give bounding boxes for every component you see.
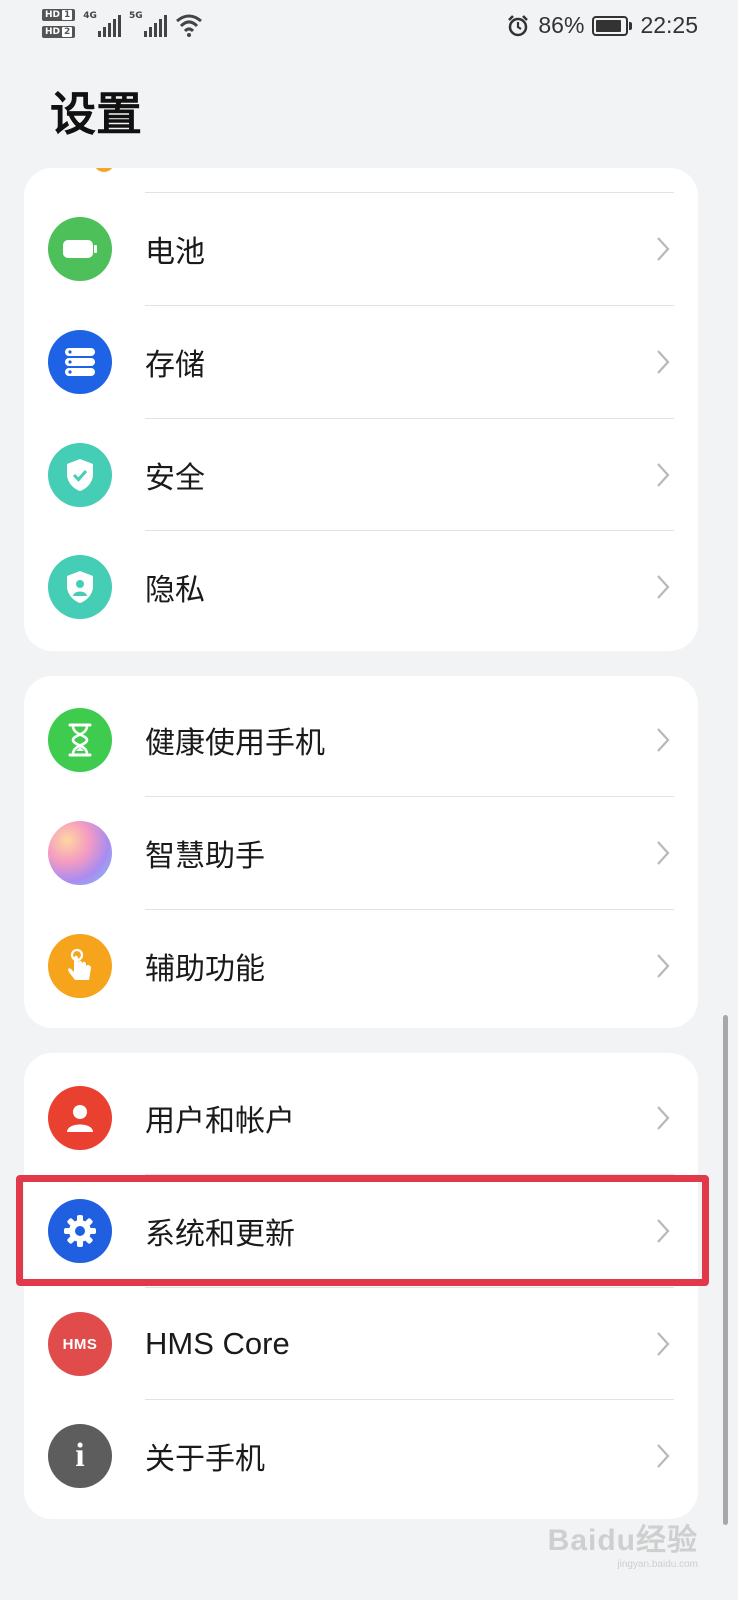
settings-item-accessibility[interactable]: 辅助功能: [24, 910, 698, 1022]
shield-check-icon: [48, 443, 112, 507]
chevron-right-icon: [657, 1444, 670, 1468]
chevron-right-icon: [657, 728, 670, 752]
privacy-shield-icon: [48, 555, 112, 619]
sim2-signal-icon: 5G: [129, 9, 167, 37]
settings-item-label: 用户和帐户: [145, 1104, 295, 1139]
settings-item-label: 电池: [145, 235, 205, 270]
settings-group-1: 电池 存储 安全 隐私: [24, 168, 698, 651]
settings-item-privacy[interactable]: 隐私: [24, 531, 698, 643]
baidu-watermark: Baidu经验 jingyan.baidu.com: [547, 1524, 698, 1570]
chevron-right-icon: [657, 237, 670, 261]
chevron-right-icon: [657, 954, 670, 978]
settings-item-security[interactable]: 安全: [24, 419, 698, 531]
settings-item-label: 辅助功能: [145, 952, 265, 987]
settings-item-label: 存储: [145, 348, 205, 383]
user-icon: [48, 1086, 112, 1150]
wifi-icon: [175, 14, 202, 37]
settings-item-users-accounts[interactable]: 用户和帐户: [24, 1062, 698, 1174]
page-title: 设置: [50, 87, 142, 141]
hourglass-icon: [48, 708, 112, 772]
alarm-icon: [508, 14, 529, 36]
chevron-right-icon: [657, 463, 670, 487]
settings-item-label: HMS Core: [145, 1326, 290, 1361]
settings-item-label: 系统和更新: [145, 1217, 295, 1252]
settings-item-label: 隐私: [145, 573, 205, 608]
settings-item-label: 智慧助手: [145, 839, 265, 874]
status-bar: HD 1 HD 2 4G 5G 86% 22:25: [0, 0, 738, 56]
settings-item-hms-core[interactable]: HMS HMS Core: [24, 1288, 698, 1400]
info-icon: i: [48, 1424, 112, 1488]
assistant-orb-icon: [48, 821, 112, 885]
settings-item-label: 健康使用手机: [145, 726, 325, 761]
battery-icon: [48, 217, 112, 281]
scrollbar[interactable]: [723, 1015, 728, 1525]
hd-voice-1-badge: HD 1: [42, 9, 76, 21]
hd-voice-2-badge: HD 2: [42, 26, 76, 38]
settings-item-storage[interactable]: 存储: [24, 306, 698, 418]
settings-item-label: 关于手机: [145, 1442, 265, 1477]
chevron-right-icon: [657, 841, 670, 865]
storage-icon: [48, 330, 112, 394]
settings-group-3: 用户和帐户 系统和更新 HMS HMS Core i 关于手机: [24, 1053, 698, 1519]
settings-item-about-phone[interactable]: i 关于手机: [24, 1400, 698, 1512]
settings-item-system-update[interactable]: 系统和更新: [24, 1175, 698, 1287]
settings-item-assistant[interactable]: 智慧助手: [24, 797, 698, 909]
hand-tap-icon: [48, 934, 112, 998]
chevron-right-icon: [657, 350, 670, 374]
chevron-right-icon: [657, 1106, 670, 1130]
gear-icon: [48, 1199, 112, 1263]
settings-item-digital-balance[interactable]: 健康使用手机: [24, 684, 698, 796]
sim1-signal-icon: 4G: [83, 9, 121, 37]
chevron-right-icon: [657, 575, 670, 599]
partial-icon: [94, 168, 114, 172]
chevron-right-icon: [657, 1332, 670, 1356]
settings-item-battery[interactable]: 电池: [24, 193, 698, 305]
settings-item-label: 安全: [145, 461, 205, 496]
battery-icon: [592, 15, 633, 36]
settings-group-2: 健康使用手机 智慧助手 辅助功能: [24, 676, 698, 1028]
chevron-right-icon: [657, 1219, 670, 1243]
hms-icon: HMS: [48, 1312, 112, 1376]
clock: 22:25: [640, 12, 698, 38]
battery-percent: 86%: [538, 12, 585, 38]
